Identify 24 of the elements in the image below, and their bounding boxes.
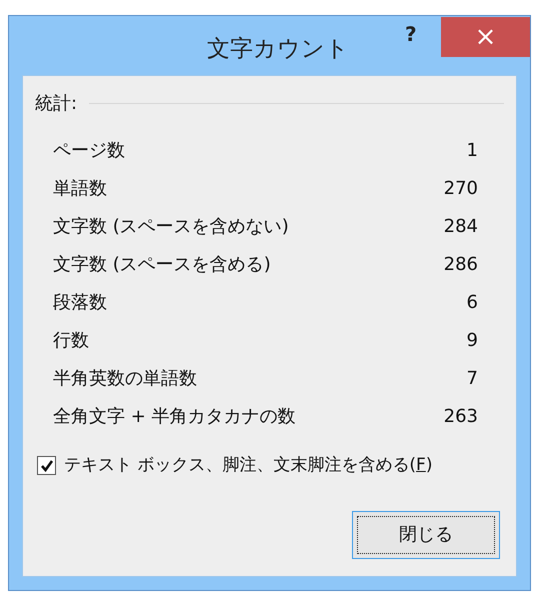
stat-label: 段落数: [53, 290, 107, 314]
stat-value: 6: [466, 290, 478, 314]
checkbox[interactable]: [37, 456, 56, 476]
stat-label: 行数: [53, 328, 89, 352]
stat-label: ページ数: [53, 138, 125, 162]
stat-value: 284: [444, 214, 478, 238]
check-icon: [40, 458, 54, 473]
help-button[interactable]: ?: [401, 24, 421, 44]
stat-value: 286: [444, 252, 478, 276]
stat-value: 7: [466, 366, 478, 390]
stat-value: 270: [444, 176, 478, 200]
stat-value: 263: [444, 404, 478, 428]
stat-label: 全角文字 + 半角カタカナの数: [53, 404, 296, 428]
stat-label: 文字数 (スペースを含める): [53, 252, 271, 276]
close-button[interactable]: ×: [441, 17, 530, 57]
stat-label: 文字数 (スペースを含めない): [53, 214, 289, 238]
window-title: 文字カウント: [207, 35, 349, 64]
close-dialog-button[interactable]: 閉じる: [352, 510, 500, 558]
section-label: 統計:: [35, 92, 78, 116]
stat-label: 半角英数の単語数: [53, 366, 197, 390]
checkbox-label[interactable]: テキスト ボックス、脚注、文末脚注を含める(F): [64, 453, 432, 478]
stat-label: 単語数: [53, 176, 107, 200]
stat-value: 9: [466, 328, 478, 352]
stat-value: 1: [466, 138, 478, 162]
